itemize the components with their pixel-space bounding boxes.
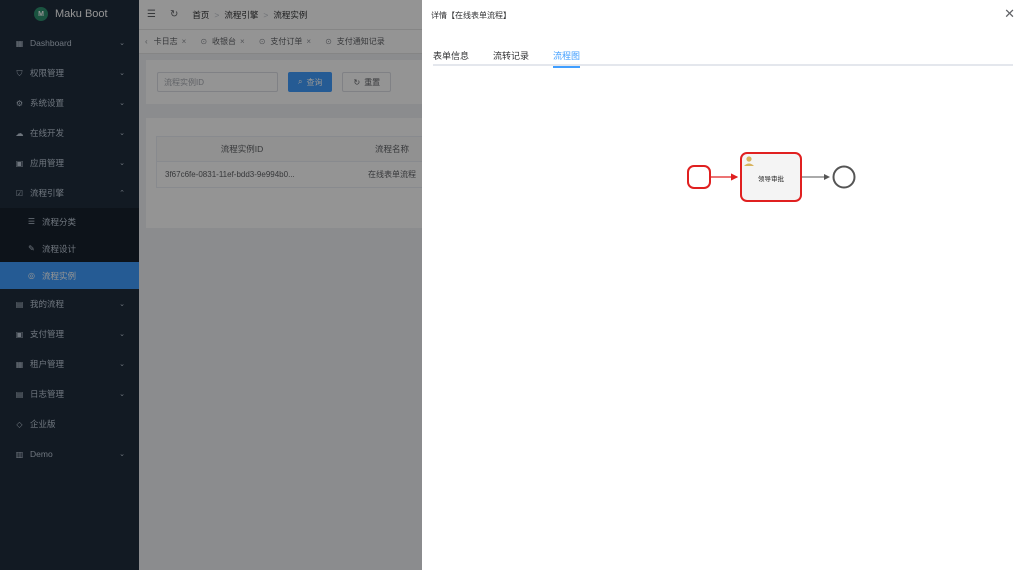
- drawer-tabs: 表单信息 流转记录 流程图: [433, 45, 1013, 68]
- drawer-header: 详情【在线表单流程】 ✕: [422, 0, 1024, 30]
- flow-diagram: 领导审批: [422, 70, 1024, 570]
- task-label: 领导审批: [758, 174, 785, 183]
- tab-form-info[interactable]: 表单信息: [433, 45, 469, 66]
- drawer-mask[interactable]: [139, 0, 422, 570]
- tab-flow-diagram[interactable]: 流程图: [553, 45, 581, 68]
- drawer-title: 详情【在线表单流程】: [431, 10, 511, 20]
- close-icon[interactable]: ✕: [1004, 7, 1015, 21]
- end-event[interactable]: [832, 165, 856, 189]
- tab-flow-records[interactable]: 流转记录: [493, 45, 529, 66]
- sidebar-overlay: [0, 0, 139, 570]
- bpmn-canvas: 领导审批: [687, 152, 856, 202]
- start-event[interactable]: [687, 165, 711, 189]
- detail-drawer: 详情【在线表单流程】 ✕ 表单信息 流转记录 流程图 领导审批: [422, 0, 1024, 570]
